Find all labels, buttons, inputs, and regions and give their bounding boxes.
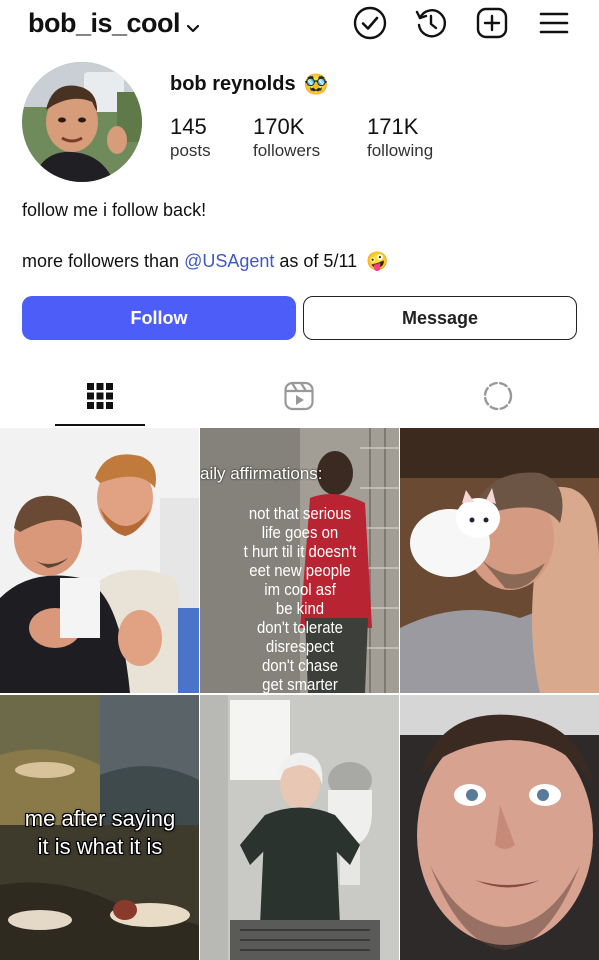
affirmation-line: t hurt til it doesn't bbox=[243, 542, 357, 561]
profile-avatar[interactable] bbox=[22, 62, 142, 182]
tab-reels[interactable] bbox=[254, 374, 344, 426]
tab-tagged[interactable] bbox=[453, 374, 543, 426]
disguise-emoji: 🥸 bbox=[303, 72, 329, 96]
follow-button[interactable]: Follow bbox=[22, 296, 296, 340]
tab-posts-grid[interactable] bbox=[55, 374, 145, 426]
history-icon[interactable] bbox=[414, 6, 448, 40]
full-name-text: bob reynolds bbox=[170, 72, 296, 95]
affirmations-title: aily affirmations: bbox=[200, 464, 323, 483]
affirmation-line: disrespect bbox=[265, 637, 335, 656]
meme-caption: me after saying it is what it is bbox=[0, 805, 199, 861]
mention-link[interactable]: @USAgent bbox=[184, 251, 274, 271]
username-label: bob_is_cool bbox=[28, 8, 181, 38]
stat-posts[interactable]: 145 posts bbox=[170, 114, 211, 162]
following-count: 171K bbox=[367, 114, 419, 139]
meme-caption-line: me after saying bbox=[24, 806, 176, 831]
active-tab-indicator bbox=[55, 424, 145, 426]
menu-icon[interactable] bbox=[537, 6, 571, 40]
post-thumbnail-5[interactable] bbox=[200, 695, 399, 960]
post-thumbnail-2[interactable]: aily affirmations: not that serious life… bbox=[200, 428, 399, 693]
check-circle-icon[interactable] bbox=[353, 6, 387, 40]
account-switcher[interactable]: bob_is_cool bbox=[28, 6, 200, 41]
post-thumbnail-6[interactable] bbox=[400, 695, 599, 960]
affirmation-line: don't tolerate bbox=[256, 618, 344, 637]
tagged-icon bbox=[483, 381, 513, 411]
affirmation-line: don't chase bbox=[261, 656, 339, 675]
followers-label: followers bbox=[253, 141, 321, 160]
reels-icon bbox=[284, 381, 314, 411]
following-label: following bbox=[367, 141, 434, 160]
stat-followers[interactable]: 170K followers bbox=[253, 114, 320, 162]
bio-line-2: more followers than @USAgent as of 5/11 … bbox=[22, 251, 389, 272]
meme-caption-line: it is what it is bbox=[37, 834, 163, 859]
posts-grid: aily affirmations: not that serious life… bbox=[0, 428, 599, 960]
stat-following[interactable]: 171K following bbox=[367, 114, 433, 162]
bio-line-1: follow me i follow back! bbox=[22, 200, 207, 220]
top-bar: bob_is_cool bbox=[0, 0, 599, 50]
affirmation-line: be kind bbox=[275, 599, 325, 618]
grid-icon bbox=[87, 383, 113, 409]
affirmations-list: not that serious life goes on t hurt til… bbox=[200, 504, 399, 693]
profile-name: bob reynolds 🥸 bbox=[170, 72, 328, 96]
new-post-icon[interactable] bbox=[475, 6, 509, 40]
zany-face-emoji: 🤪 bbox=[366, 251, 389, 272]
post-thumbnail-1[interactable] bbox=[0, 428, 199, 693]
post-thumbnail-3[interactable] bbox=[400, 428, 599, 693]
posts-count: 145 bbox=[170, 114, 207, 139]
bio-suffix: as of 5/11 bbox=[274, 251, 358, 271]
followers-count: 170K bbox=[253, 114, 305, 139]
chevron-down-icon bbox=[186, 10, 200, 41]
affirmation-line: life goes on bbox=[261, 523, 339, 542]
post-thumbnail-4[interactable]: me after saying it is what it is bbox=[0, 695, 199, 960]
posts-label: posts bbox=[170, 141, 211, 160]
affirmation-line: eet new people bbox=[249, 561, 351, 580]
message-button[interactable]: Message bbox=[303, 296, 577, 340]
affirmation-line: get smarter bbox=[262, 675, 338, 693]
affirmation-line: im cool asf bbox=[264, 580, 336, 599]
affirmation-line: not that serious bbox=[248, 504, 352, 523]
bio-prefix: more followers than bbox=[22, 251, 185, 271]
